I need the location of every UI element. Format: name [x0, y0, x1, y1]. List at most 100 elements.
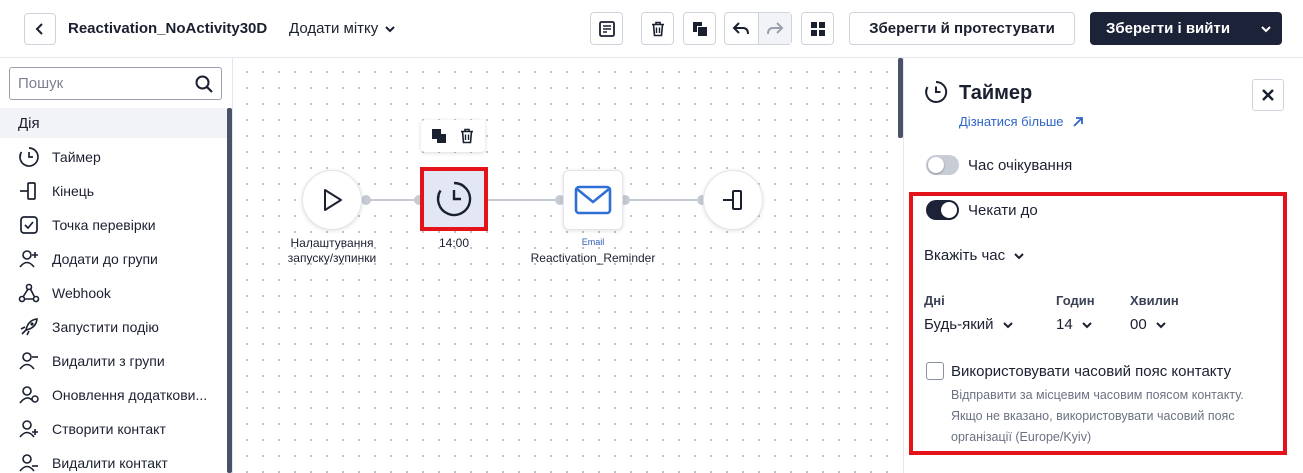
- grid-icon: [810, 21, 825, 36]
- timer-icon: [925, 80, 948, 103]
- actions-sidebar: Пошук Дія Таймер Кінець Точка перевірки …: [0, 58, 233, 473]
- days-label: Дні: [924, 293, 945, 308]
- undo-icon: [732, 21, 750, 34]
- hours-value: 14: [1056, 316, 1073, 333]
- end-icon: [18, 180, 40, 202]
- chevron-down-icon: [1155, 321, 1166, 328]
- email-node-type: Email: [581, 237, 605, 247]
- email-node[interactable]: [563, 170, 623, 230]
- action-item-timer[interactable]: Таймер: [0, 140, 228, 174]
- close-icon: [1262, 89, 1274, 101]
- flow-edge: [488, 199, 564, 201]
- action-item-add-to-group[interactable]: Додати до групи: [0, 242, 228, 276]
- action-item-label: Додати до групи: [52, 251, 158, 267]
- timer-node[interactable]: [420, 167, 488, 231]
- node-port[interactable]: [361, 195, 371, 205]
- timer-icon: [436, 181, 472, 217]
- envelope-icon: [574, 185, 612, 215]
- action-item-webhook[interactable]: Webhook: [0, 276, 228, 310]
- hours-select[interactable]: 14: [1056, 316, 1093, 333]
- copy-icon[interactable]: [430, 127, 448, 145]
- wait-time-label: Час очікування: [968, 156, 1073, 174]
- action-item-end[interactable]: Кінець: [0, 174, 228, 208]
- save-options-toggle[interactable]: [1250, 12, 1282, 45]
- search-field[interactable]: Пошук: [9, 67, 222, 100]
- minutes-select[interactable]: 00: [1130, 316, 1167, 333]
- chevron-down-icon: [385, 25, 395, 32]
- days-value: Будь-який: [924, 316, 994, 333]
- action-item-checkpoint[interactable]: Точка перевірки: [0, 208, 228, 242]
- action-item-label: Точка перевірки: [52, 217, 156, 233]
- action-item-delete-contact[interactable]: Видалити контакт: [0, 446, 228, 473]
- minutes-label: Хвилин: [1130, 293, 1179, 308]
- action-item-trigger-event[interactable]: Запустити подію: [0, 310, 228, 344]
- add-to-group-icon: [18, 248, 40, 270]
- rocket-icon: [18, 316, 40, 338]
- specify-time-dropdown[interactable]: Вкажіть час: [924, 247, 1025, 264]
- delete-button[interactable]: [641, 12, 674, 45]
- notes-button[interactable]: [590, 12, 623, 45]
- wait-time-row: Час очікування: [926, 155, 1072, 175]
- minutes-value: 00: [1130, 316, 1147, 333]
- undo-button[interactable]: [725, 13, 759, 44]
- trash-icon[interactable]: [458, 127, 476, 145]
- chevron-down-icon: [1014, 252, 1024, 259]
- action-item-update-fields[interactable]: Оновлення додаткови...: [0, 378, 228, 412]
- action-item-label: Таймер: [52, 149, 101, 165]
- search-input[interactable]: Пошук: [18, 75, 63, 92]
- chevron-left-icon: [35, 23, 43, 35]
- section-action: Дія: [0, 108, 228, 138]
- trash-icon: [651, 21, 664, 36]
- external-arrow-icon: [1072, 116, 1083, 127]
- play-icon: [324, 189, 342, 211]
- wait-time-toggle[interactable]: [926, 155, 959, 175]
- save-and-test-button[interactable]: Зберегти й протестувати: [849, 12, 1075, 45]
- learn-more-label: Дізнатися більше: [959, 114, 1064, 129]
- end-icon: [723, 190, 742, 210]
- action-item-label: Створити контакт: [52, 421, 166, 437]
- close-button[interactable]: [1252, 79, 1284, 111]
- start-node[interactable]: [302, 170, 362, 230]
- add-tag-dropdown[interactable]: Додати мітку: [289, 20, 396, 37]
- redo-button[interactable]: [758, 13, 791, 44]
- chevron-down-icon: [1261, 25, 1271, 32]
- search-icon[interactable]: [194, 74, 214, 94]
- flow-title[interactable]: Reactivation_NoActivity30D: [68, 20, 267, 37]
- learn-more-link[interactable]: Дізнатися більше: [959, 114, 1084, 129]
- top-bar: Reactivation_NoActivity30D Додати мітку …: [0, 0, 1303, 58]
- delete-contact-icon: [18, 452, 40, 473]
- app-root: Reactivation_NoActivity30D Додати мітку …: [0, 0, 1303, 473]
- contact-timezone-label: Використовувати часовий пояс контакту: [951, 363, 1232, 380]
- sidebar-scrollbar[interactable]: [227, 108, 232, 473]
- layout-button[interactable]: [801, 12, 834, 45]
- undo-redo-group: [724, 12, 792, 45]
- action-item-remove-from-group[interactable]: Видалити з групи: [0, 344, 228, 378]
- start-node-label: Налаштування запуску/зупинки: [287, 236, 377, 265]
- specify-time-label: Вкажіть час: [924, 247, 1006, 264]
- timer-icon: [18, 146, 40, 168]
- panel-title: Таймер: [959, 82, 1033, 104]
- days-select[interactable]: Будь-який: [924, 316, 1014, 333]
- end-node[interactable]: [703, 170, 763, 230]
- redo-icon: [766, 21, 784, 34]
- checkpoint-icon: [18, 214, 40, 236]
- action-item-label: Webhook: [52, 285, 111, 301]
- save-and-exit-button[interactable]: Зберегти і вийти: [1090, 12, 1282, 45]
- hours-label: Годин: [1056, 293, 1095, 308]
- remove-from-group-icon: [18, 350, 40, 372]
- copy-button[interactable]: [683, 12, 716, 45]
- webhook-icon: [18, 282, 40, 304]
- action-list: Таймер Кінець Точка перевірки Додати до …: [0, 140, 228, 473]
- node-toolbar: [421, 120, 485, 152]
- add-tag-label: Додати мітку: [289, 20, 379, 37]
- action-item-create-contact[interactable]: Створити контакт: [0, 412, 228, 446]
- toggle-knob: [928, 157, 944, 173]
- chevron-down-icon: [1002, 321, 1013, 328]
- back-button[interactable]: [24, 13, 56, 45]
- copy-icon: [692, 21, 707, 36]
- contact-timezone-checkbox[interactable]: [926, 362, 944, 380]
- action-item-label: Оновлення додаткови...: [52, 387, 208, 403]
- note-icon: [598, 20, 615, 37]
- action-item-label: Видалити контакт: [52, 455, 168, 471]
- email-node-label: Reactivation_Reminder: [530, 251, 656, 265]
